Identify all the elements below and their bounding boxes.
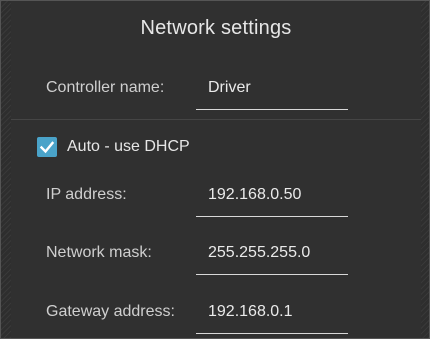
network-mask-input[interactable]: 255.255.255.0	[196, 236, 348, 275]
controller-name-value: Driver	[208, 79, 251, 96]
gateway-address-input[interactable]: 192.168.0.1	[196, 295, 348, 334]
network-mask-label: Network mask:	[46, 244, 152, 261]
ip-address-input[interactable]: 192.168.0.50	[196, 178, 348, 217]
page-title: Network settings	[140, 17, 292, 39]
ip-address-label: IP address:	[46, 186, 127, 203]
gateway-address-value: 192.168.0.1	[208, 303, 293, 320]
network-mask-row: Network mask: 255.255.255.0	[11, 236, 421, 276]
dialog-frame: Network settings Controller name: Driver…	[0, 0, 430, 339]
gateway-address-row: Gateway address: 192.168.0.1	[11, 295, 421, 335]
section-divider	[11, 119, 421, 120]
dhcp-checkbox[interactable]	[37, 137, 57, 157]
network-mask-value: 255.255.255.0	[208, 244, 311, 261]
controller-name-label: Controller name:	[46, 79, 165, 96]
controller-name-row: Controller name: Driver	[11, 71, 421, 111]
gateway-address-label: Gateway address:	[46, 303, 175, 320]
controller-name-input[interactable]: Driver	[196, 71, 348, 110]
ip-address-value: 192.168.0.50	[208, 186, 302, 203]
checkmark-icon	[39, 141, 55, 154]
network-settings-panel: Network settings Controller name: Driver…	[11, 1, 421, 338]
ip-address-row: IP address: 192.168.0.50	[11, 178, 421, 218]
dhcp-checkbox-label: Auto - use DHCP	[67, 138, 190, 155]
